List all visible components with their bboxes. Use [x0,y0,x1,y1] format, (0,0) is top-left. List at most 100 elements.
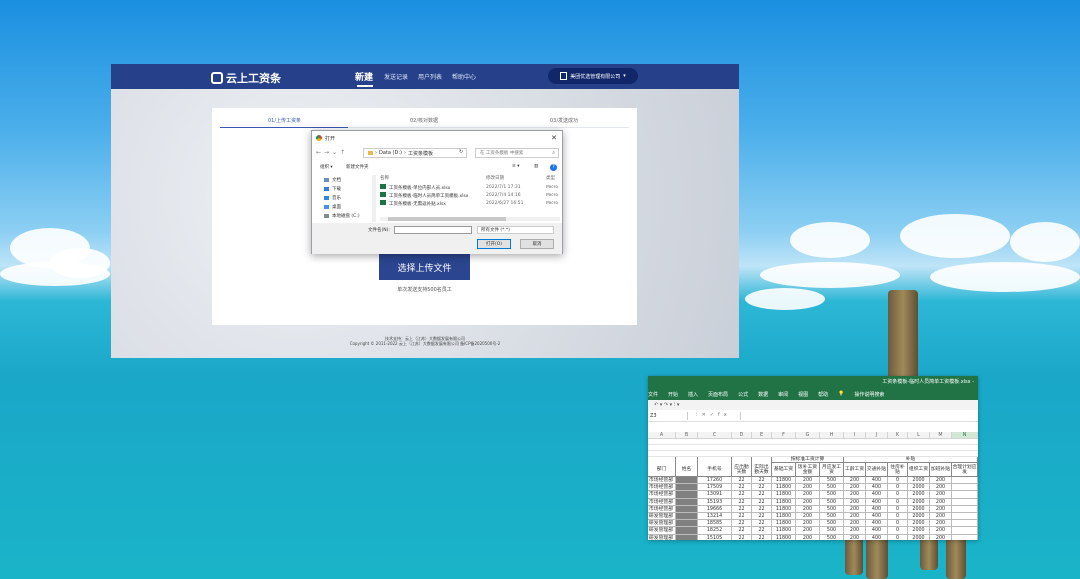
table-cell[interactable]: 22 [752,534,772,540]
table-cell[interactable]: 0 [888,491,908,498]
folder-search-input[interactable]: 在 工资条模板 中搜索 ⌕ [475,148,559,158]
table-cell[interactable]: 200 [930,534,952,540]
table-cell[interactable]: 11800 [772,512,796,520]
table-cell[interactable]: 200 [930,527,952,534]
table-cell[interactable]: 市场经营部 [648,498,676,505]
navigation-arrows[interactable]: ←→⌄↑ [316,149,348,156]
table-cell[interactable] [952,512,978,520]
table-cell[interactable]: 500 [820,534,844,540]
table-cell[interactable]: 200 [844,527,866,534]
nav-pane-local-disk[interactable]: 本地磁盘 (C:) [316,211,371,220]
ribbon-tab-file[interactable]: 文件 [648,391,658,398]
ribbon-tab-layout[interactable]: 页面布局 [708,391,728,398]
table-cell[interactable] [952,527,978,534]
filename-input[interactable] [394,226,472,234]
path-drive[interactable]: Data (D:) [379,150,402,156]
table-cell[interactable]: 0 [888,512,908,520]
table-cell[interactable]: 200 [796,527,820,534]
formula-input[interactable] [740,412,976,420]
tell-me-search[interactable]: 操作说明搜索 [854,391,884,398]
table-cell[interactable]: 200 [930,491,952,498]
table-cell[interactable]: 22 [732,527,752,534]
table-cell[interactable]: 11800 [772,534,796,540]
table-cell[interactable]: 22 [752,527,772,534]
ribbon-tab-home[interactable]: 开始 [668,391,678,398]
col-letter[interactable]: L [908,432,930,438]
col-letter[interactable]: C [698,432,732,438]
table-cell[interactable]: 200 [930,512,952,520]
help-icon[interactable]: ? [550,164,557,171]
nav-pane-documents[interactable]: 文档 [316,175,371,184]
table-cell[interactable]: 200 [930,484,952,491]
table-cell[interactable]: 500 [820,527,844,534]
table-cell[interactable] [952,498,978,505]
table-row[interactable]: 市场经营部 15193 22 22 11800 200 500 200 400 0 2000 200 [648,498,978,506]
table-cell[interactable] [676,520,698,527]
table-cell[interactable]: 400 [866,512,888,520]
table-cell[interactable]: 22 [732,477,752,484]
table-cell[interactable]: 22 [732,491,752,498]
table-cell[interactable]: 200 [796,512,820,520]
table-cell[interactable]: 500 [820,512,844,520]
cancel-button[interactable]: 取消 [520,239,554,249]
table-cell[interactable]: 22 [752,505,772,512]
table-cell[interactable]: 研发管理部 [648,527,676,534]
table-cell[interactable]: 11800 [772,477,796,484]
table-cell[interactable]: 400 [866,505,888,512]
company-selector[interactable]: 美团优选管理有限公司 ▾ [548,68,638,84]
view-options-icon[interactable]: ≡ ▾ [512,164,519,169]
table-cell[interactable]: 400 [866,520,888,527]
table-cell[interactable] [676,534,698,540]
col-letter[interactable]: G [796,432,820,438]
table-cell[interactable] [676,484,698,491]
table-row[interactable]: 市场经营部 13091 22 22 11800 200 500 200 400 0 2000 200 [648,491,978,499]
path-folder[interactable]: 工资条模板 [408,150,433,157]
table-cell[interactable]: 11800 [772,484,796,491]
file-row[interactable]: 工资条模板-临时人员简单工资模板.xlsx 2022/7/4 14:16 Mic… [380,191,560,199]
col-letter[interactable]: A [648,432,676,438]
table-cell[interactable]: 研发管理部 [648,512,676,520]
table-cell[interactable]: 18252 [698,527,732,534]
table-cell[interactable]: 0 [888,505,908,512]
table-cell[interactable]: 200 [930,505,952,512]
ribbon-tab-review[interactable]: 审阅 [778,391,788,398]
table-cell[interactable]: 22 [752,512,772,520]
ribbon-tab-data[interactable]: 数据 [758,391,768,398]
table-cell[interactable]: 200 [844,520,866,527]
table-cell[interactable]: 200 [796,520,820,527]
table-cell[interactable]: 2000 [908,477,930,484]
table-row[interactable]: 研发管理部 15105 22 22 11800 200 500 200 400 0 2000 200 [648,534,978,540]
refresh-icon[interactable]: ↻ [459,149,463,155]
table-cell[interactable]: 市场经营部 [648,477,676,484]
col-letter[interactable]: F [772,432,796,438]
table-cell[interactable]: 11800 [772,498,796,505]
table-cell[interactable]: 200 [844,534,866,540]
col-letter[interactable]: J [866,432,888,438]
table-cell[interactable]: 15105 [698,534,732,540]
table-cell[interactable]: 200 [796,534,820,540]
table-cell[interactable]: 200 [796,477,820,484]
table-cell[interactable]: 22 [732,512,752,520]
preview-pane-icon[interactable]: ▥ [534,164,538,169]
nav-pane-music[interactable]: 音乐 [316,193,371,202]
table-cell[interactable]: 22 [732,534,752,540]
col-letter[interactable]: D [732,432,752,438]
app-logo[interactable]: 云上工资条 [211,70,281,86]
organize-menu[interactable]: 组织 ▾ [320,164,333,170]
table-cell[interactable]: 200 [930,520,952,527]
table-cell[interactable]: 400 [866,477,888,484]
table-cell[interactable]: 22 [752,520,772,527]
table-cell[interactable] [676,527,698,534]
table-cell[interactable]: 400 [866,498,888,505]
table-cell[interactable]: 22 [752,484,772,491]
table-cell[interactable]: 0 [888,484,908,491]
table-cell[interactable]: 0 [888,498,908,505]
quick-access-toolbar[interactable]: ↶ ▾ ↷ ▾ ⁝ ▾ [648,400,978,410]
table-cell[interactable]: 200 [844,477,866,484]
table-cell[interactable]: 200 [796,491,820,498]
table-cell[interactable]: 11800 [772,505,796,512]
column-modified[interactable]: 修改日期 [486,175,546,183]
nav-help-center[interactable]: 帮助中心 [452,72,476,81]
table-cell[interactable]: 22 [732,505,752,512]
table-cell[interactable]: 18585 [698,520,732,527]
